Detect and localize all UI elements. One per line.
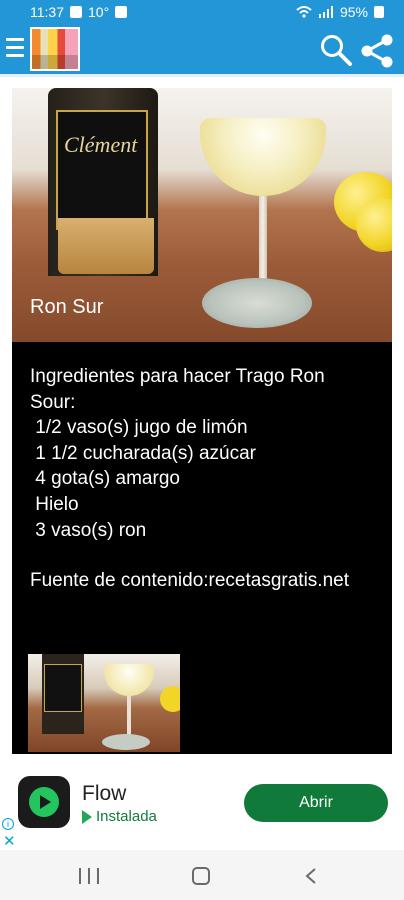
recipe-content: Clément Ron Sur Ingredientes para hacer … [12, 88, 392, 754]
glass-stem [259, 196, 267, 286]
ad-install-status: Instalada [82, 808, 157, 825]
battery-percentage: 95% [339, 4, 368, 20]
home-icon[interactable] [192, 867, 210, 885]
bottle-liquid [58, 218, 154, 274]
bottle-brand-text: Clément [64, 132, 138, 157]
open-app-button[interactable]: Abrir [244, 784, 388, 822]
recent-apps-icon[interactable] [79, 868, 99, 884]
source-value: contenido:recetasgratis.net [120, 570, 349, 591]
ingredients-section: Ingredientes para hacer Trago Ron Sour: … [30, 364, 380, 543]
status-temperature: 10° [88, 4, 110, 20]
share-icon[interactable] [358, 32, 396, 70]
ingredient-item: 3 vaso(s) ron [30, 519, 147, 541]
menu-icon[interactable] [6, 38, 24, 58]
system-navigation-bar [0, 850, 404, 900]
close-icon[interactable]: ✕ [3, 832, 16, 850]
search-icon[interactable] [318, 32, 354, 68]
status-left: 11:37 10° [30, 4, 128, 20]
app-bar [0, 24, 404, 74]
lemon [160, 686, 180, 712]
ingredient-item: 4 gota(s) amargo [30, 468, 180, 490]
ingredient-item: 1/2 vaso(s) jugo de limón [30, 417, 248, 439]
content-source: Fuente de contenido:recetasgratis.net [30, 568, 380, 594]
flow-app-icon[interactable] [18, 776, 70, 828]
bottle-label [44, 664, 82, 712]
signal-icon [318, 6, 333, 18]
recipe-thumbnail-image[interactable] [28, 654, 180, 752]
ad-status-text: Instalada [96, 808, 157, 825]
glass-stem [127, 696, 131, 736]
ingredients-title-continued: Sour: [30, 391, 76, 413]
cocktail-glass [104, 664, 154, 696]
coaster [102, 734, 150, 750]
bottle-label [56, 110, 148, 230]
status-time: 11:37 [30, 4, 64, 20]
ingredient-item: 1 1/2 cucharada(s) azúcar [30, 442, 257, 464]
ad-app-name: Flow [82, 782, 127, 805]
recipe-title: Ron Sur [30, 296, 104, 318]
recipe-hero-image[interactable]: Clément Ron Sur [12, 88, 392, 342]
ad-banner[interactable]: Flow Instalada Abrir i ✕ [0, 754, 404, 850]
ingredients-title: Ingredientes para hacer Trago Ron [30, 366, 325, 387]
status-bar: 11:37 10° 95% [0, 0, 404, 24]
cocktail-glass [200, 118, 326, 196]
battery-icon [374, 6, 384, 18]
play-store-icon [82, 809, 92, 824]
image-notification-icon [70, 6, 82, 18]
wifi-icon [296, 6, 312, 18]
app-logo-thumbnail [30, 27, 80, 71]
coaster [202, 278, 312, 328]
status-right: 95% [296, 4, 384, 20]
app-notification-icon [115, 6, 128, 18]
back-icon[interactable] [305, 868, 317, 884]
app-bar-divider [0, 74, 404, 77]
source-label: Fuente de [30, 570, 116, 591]
info-icon[interactable]: i [2, 818, 14, 830]
ingredient-item: Hielo [30, 493, 79, 515]
